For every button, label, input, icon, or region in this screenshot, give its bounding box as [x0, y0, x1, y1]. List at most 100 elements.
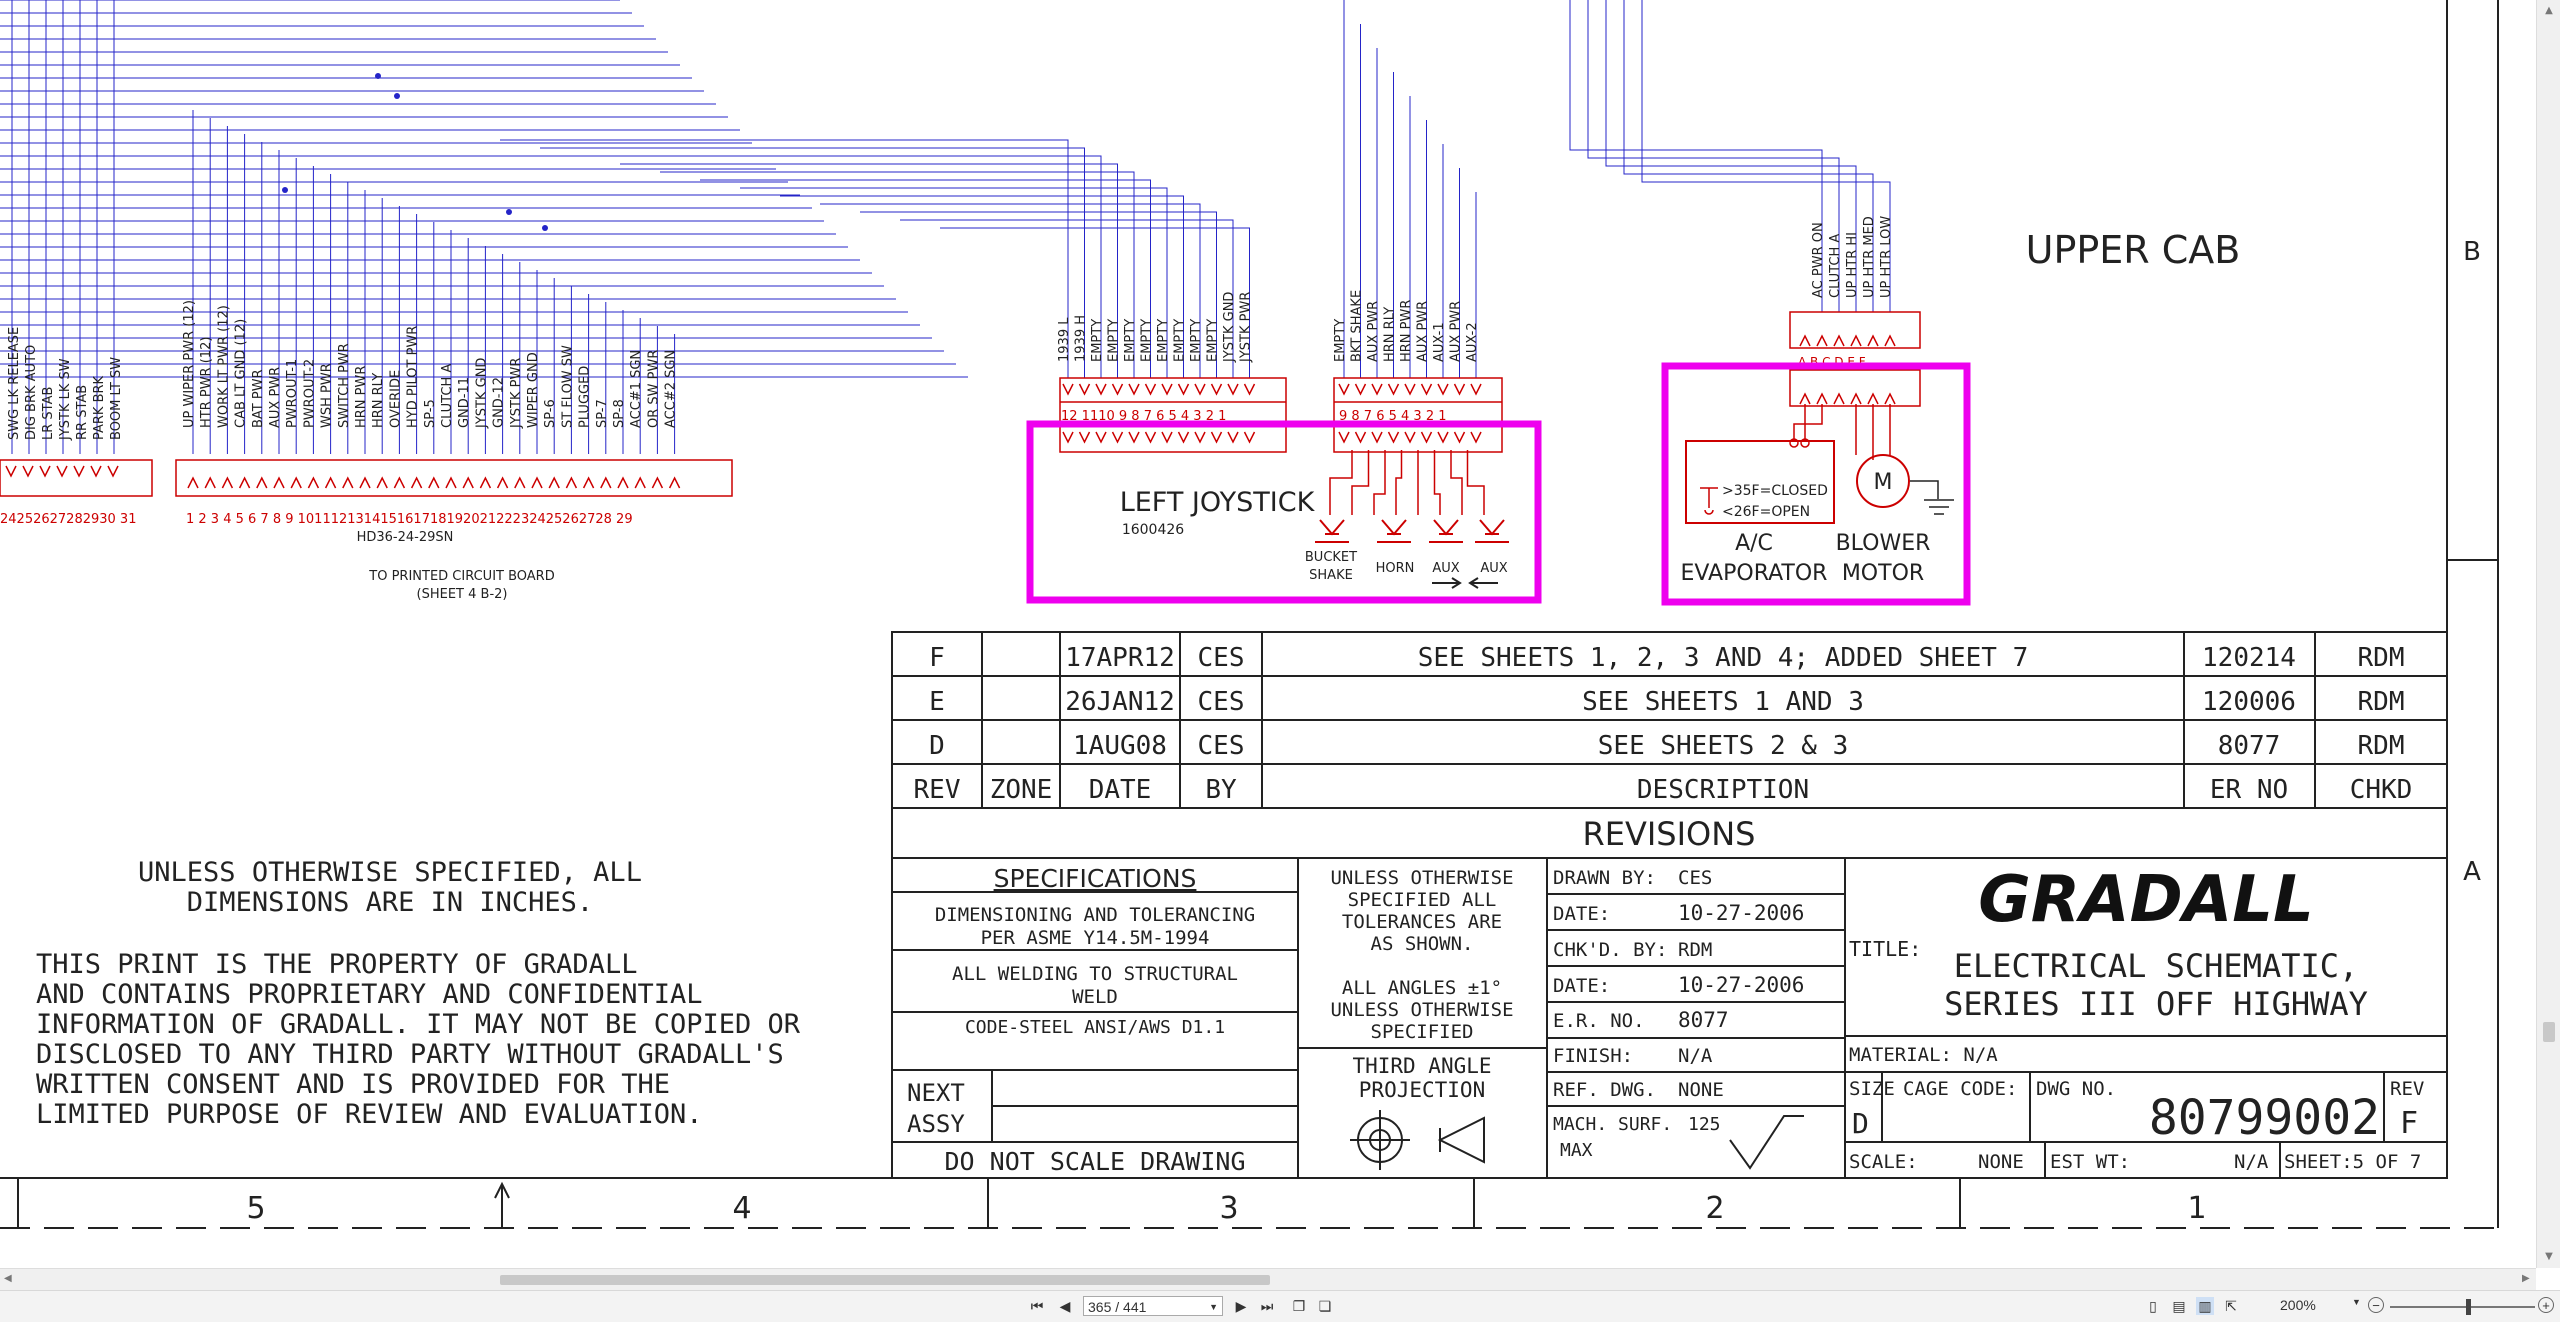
property-note: AND CONTAINS PROPRIETARY AND CONFIDENTIA…	[36, 979, 702, 1010]
wire-label: UP HTR HI	[1845, 232, 1860, 298]
pcb-note: (SHEET 4 B-2)	[417, 587, 508, 602]
continuous-view-icon[interactable]: ▤	[2170, 1297, 2188, 1315]
joystick-part-number: 1600426	[1122, 522, 1184, 538]
mach-surf-label: MACH. SURF.	[1553, 1114, 1672, 1135]
paste-page-icon[interactable]: ❏	[1316, 1297, 1334, 1315]
blower-label: MOTOR	[1842, 561, 1924, 586]
property-note: WRITTEN CONSENT AND IS PROVIDED FOR THE	[36, 1069, 670, 1100]
horizontal-scrollbar[interactable]: ◀ ▶	[0, 1268, 2536, 1291]
aux-label: AUX	[1480, 561, 1507, 576]
projection-note: THIRD ANGLE	[1352, 1054, 1491, 1078]
wire-label: AUX PWR	[268, 367, 283, 428]
horizontal-scroll-thumb[interactable]	[500, 1275, 1270, 1285]
wire-label: GND-11	[457, 377, 472, 428]
single-page-view-icon[interactable]: ▯	[2144, 1297, 2162, 1315]
zoom-out-icon[interactable]: −	[2368, 1297, 2384, 1313]
tolerance-note: TOLERANCES ARE	[1342, 911, 1502, 933]
bucket-shake-label: BUCKET	[1305, 550, 1357, 565]
fit-view-icon[interactable]: ⇱	[2222, 1297, 2240, 1315]
er-value: 8077	[1678, 1008, 1729, 1032]
wire-label: CLUTCH A	[1828, 234, 1843, 298]
column-marker: 3	[1219, 1191, 1238, 1226]
mach-surf-max: MAX	[1560, 1140, 1593, 1161]
scale-label: SCALE:	[1849, 1151, 1918, 1173]
wire-label: PARK BRK	[92, 375, 107, 440]
scroll-up-icon[interactable]: ▲	[2542, 4, 2556, 18]
revision-header: ER NO	[2210, 775, 2288, 805]
wire-label: BAT PWR	[251, 369, 266, 428]
vertical-scrollbar[interactable]: ▲ ▼	[2536, 0, 2560, 1268]
wire-label: HRN RLY	[371, 373, 386, 428]
wire-label: DIG BRK AUTO	[24, 345, 39, 440]
revision-cell: RDM	[2358, 731, 2405, 761]
page-number-text: 365 / 441	[1088, 1299, 1147, 1315]
two-page-view-icon[interactable]: ▥	[2196, 1297, 2214, 1315]
revision-header: ZONE	[990, 775, 1053, 805]
wire-label: EMPTY	[1107, 319, 1122, 362]
wire-label: SWG LK RELEASE	[7, 327, 22, 440]
zoom-slider-thumb[interactable]	[2466, 1299, 2471, 1315]
zone-marker: A	[2463, 857, 2481, 887]
column-marker: 5	[246, 1191, 265, 1226]
zoom-slider[interactable]	[2390, 1306, 2535, 1308]
wire-label: AC PWR ON	[1811, 222, 1826, 298]
wire-label: PWROUT-2	[302, 359, 317, 428]
column-marker: 2	[1705, 1191, 1724, 1226]
spec-line: DIMENSIONING AND TOLERANCING	[935, 904, 1255, 926]
pin-numbers: 1 2 3 4 5 6 7 8 9 1011121314151617181920…	[186, 512, 633, 527]
ground-icon	[1910, 480, 1954, 515]
first-page-icon[interactable]: ⏮	[1028, 1297, 1046, 1315]
wire-label: JYSTK GND	[474, 358, 489, 429]
chevron-down-icon[interactable]: ▼	[2352, 1297, 2361, 1307]
dwg-no-label: DWG NO.	[2036, 1078, 2116, 1100]
column-marker: 1	[2187, 1191, 2206, 1226]
page-number-input[interactable]: 365 / 441 ▼	[1083, 1296, 1223, 1316]
tolerance-note: SPECIFIED ALL	[1348, 889, 1497, 911]
drawn-by-label: DRAWN BY:	[1553, 867, 1656, 889]
wire-label: 1939 L	[1057, 317, 1072, 362]
drawing-title: SERIES III OFF HIGHWAY	[1944, 985, 2368, 1023]
wire-label: CLUTCH A	[440, 364, 455, 428]
revision-cell: 26JAN12	[1065, 687, 1175, 717]
zoom-in-icon[interactable]: +	[2538, 1297, 2554, 1313]
rev-label: REV	[2390, 1078, 2424, 1100]
document-viewport[interactable]: SWG LK RELEASE DIG BRK AUTO LR STAB JYST…	[0, 0, 2536, 1268]
projection-note: PROJECTION	[1359, 1078, 1485, 1102]
wire-label: WIPER GND	[526, 352, 541, 428]
previous-page-icon[interactable]: ◀	[1056, 1297, 1074, 1315]
revision-cell: RDM	[2358, 643, 2405, 673]
revision-cell: 8077	[2218, 731, 2281, 761]
wire-label: ACC#2 SGN	[664, 350, 679, 428]
wire-label: 1939 H	[1074, 315, 1089, 362]
wire-label: BOOM LT SW	[109, 357, 124, 440]
do-not-scale: DO NOT SCALE DRAWING	[944, 1147, 1245, 1176]
wire-label: AUX-1	[1432, 322, 1447, 362]
copy-page-icon[interactable]: ❐	[1290, 1297, 1308, 1315]
vertical-scroll-thumb[interactable]	[2543, 1022, 2555, 1042]
spec-line: CODE-STEEL ANSI/AWS D1.1	[965, 1017, 1225, 1038]
spec-line: PER ASME Y14.5M-1994	[981, 927, 1210, 949]
wire-label: JYSTK GND	[1222, 292, 1237, 363]
wire-bundle	[0, 0, 1891, 454]
chevron-down-icon[interactable]: ▼	[1209, 1297, 1218, 1317]
est-wt-label: EST WT:	[2050, 1151, 2130, 1173]
wire-label: AUX PWR	[1449, 301, 1464, 362]
angle-note: SPECIFIED	[1371, 1021, 1474, 1043]
wire-label: EMPTY	[1140, 319, 1155, 362]
zoom-level[interactable]: 200%	[2280, 1297, 2340, 1313]
next-page-icon[interactable]: ▶	[1232, 1297, 1250, 1315]
wire-label: GND-12	[492, 377, 507, 428]
material: MATERIAL: N/A	[1849, 1044, 1998, 1066]
last-page-icon[interactable]: ⏭	[1258, 1297, 1276, 1315]
wire-label: OVERIDE	[388, 370, 403, 428]
horn-symbols	[1315, 519, 1509, 543]
wire-label: AUX-2	[1465, 322, 1480, 362]
scroll-right-icon[interactable]: ▶	[2522, 1273, 2530, 1284]
revision-cell: CES	[1198, 731, 1245, 761]
ac-label: EVAPORATOR	[1681, 561, 1828, 586]
revision-header: REV	[914, 775, 961, 805]
wire-label: AUX PWR	[1416, 301, 1431, 362]
revision-cell: 120006	[2202, 687, 2296, 717]
scroll-down-icon[interactable]: ▼	[2542, 1250, 2556, 1264]
scroll-left-icon[interactable]: ◀	[4, 1273, 12, 1284]
